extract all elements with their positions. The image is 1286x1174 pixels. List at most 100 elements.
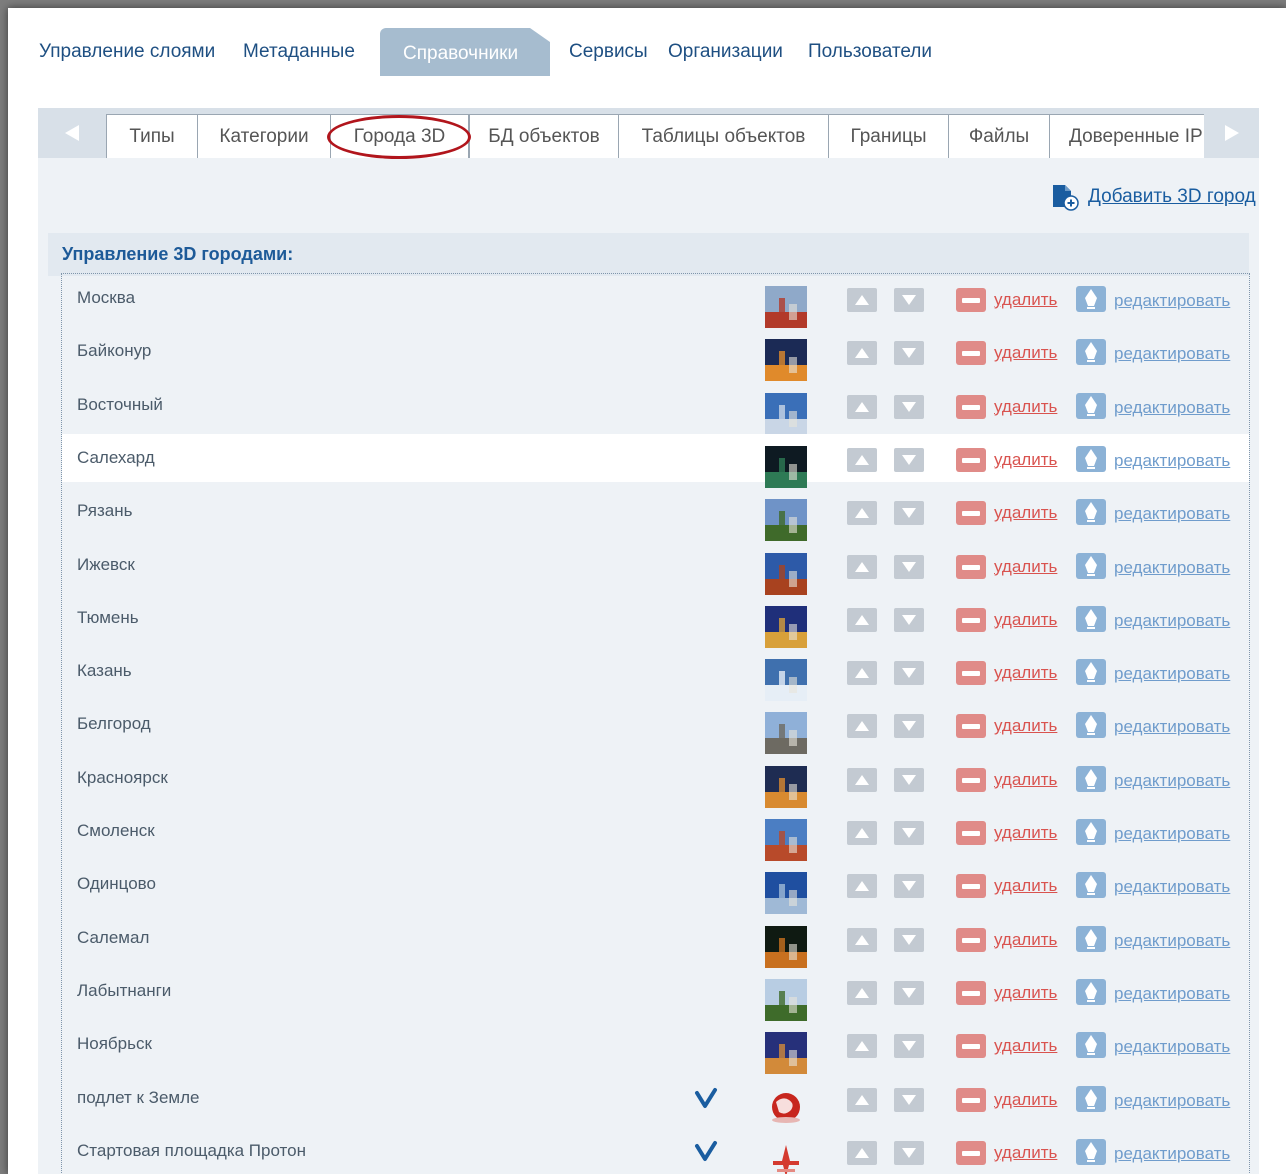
move-up-button[interactable] [847,767,877,792]
tab-categories[interactable]: Категории [197,114,331,158]
delete-icon[interactable] [956,394,986,419]
edit-link[interactable]: редактировать [1114,1144,1230,1164]
edit-link[interactable]: редактировать [1114,877,1230,897]
edit-link[interactable]: редактировать [1114,1091,1230,1111]
edit-link[interactable]: редактировать [1114,611,1230,631]
delete-link[interactable]: удалить [994,663,1057,683]
nav-metadata[interactable]: Метаданные [243,41,355,63]
delete-link[interactable]: удалить [994,823,1057,843]
scroll-right-button[interactable] [1204,108,1259,158]
delete-link[interactable]: удалить [994,770,1057,790]
edit-pen-icon[interactable] [1076,659,1106,686]
nav-users[interactable]: Пользователи [808,41,932,63]
checkmark-icon[interactable] [694,1139,718,1168]
delete-icon[interactable] [956,767,986,792]
move-up-button[interactable] [847,1140,877,1165]
move-up-button[interactable] [847,980,877,1005]
edit-pen-icon[interactable] [1076,499,1106,526]
move-down-button[interactable] [894,980,924,1005]
delete-icon[interactable] [956,341,986,366]
delete-link[interactable]: удалить [994,610,1057,630]
edit-pen-icon[interactable] [1076,1138,1106,1165]
nav-directories-active[interactable]: Справочники [380,28,550,76]
edit-pen-icon[interactable] [1076,712,1106,739]
move-up-button[interactable] [847,821,877,845]
tab-trusted-ip[interactable]: Доверенные IP [1049,114,1205,158]
move-down-button[interactable] [894,1087,924,1112]
delete-icon[interactable] [956,821,986,845]
edit-pen-icon[interactable] [1076,286,1106,312]
move-down-button[interactable] [894,1034,924,1059]
move-up-button[interactable] [847,394,877,419]
tab-object-db[interactable]: БД объектов [469,114,619,158]
move-up-button[interactable] [847,1087,877,1112]
edit-link[interactable]: редактировать [1114,504,1230,524]
edit-pen-icon[interactable] [1076,872,1106,899]
tab-files[interactable]: Файлы [948,114,1050,158]
move-up-button[interactable] [847,1034,877,1059]
edit-pen-icon[interactable] [1076,978,1106,1005]
delete-icon[interactable] [956,501,986,526]
move-down-button[interactable] [894,607,924,632]
delete-link[interactable]: удалить [994,1036,1057,1056]
nav-layers[interactable]: Управление слоями [39,41,215,63]
edit-link[interactable]: редактировать [1114,717,1230,737]
move-down-button[interactable] [894,714,924,739]
edit-pen-icon[interactable] [1076,1032,1106,1059]
delete-icon[interactable] [956,874,986,899]
delete-link[interactable]: удалить [994,983,1057,1003]
move-down-button[interactable] [894,874,924,899]
edit-pen-icon[interactable] [1076,552,1106,579]
move-down-button[interactable] [894,927,924,952]
nav-services[interactable]: Сервисы [569,41,648,63]
delete-link[interactable]: удалить [994,450,1057,470]
move-down-button[interactable] [894,767,924,792]
move-up-button[interactable] [847,927,877,952]
move-up-button[interactable] [847,607,877,632]
edit-link[interactable]: редактировать [1114,291,1230,311]
delete-icon[interactable] [956,1087,986,1112]
delete-icon[interactable] [956,661,986,686]
move-up-button[interactable] [847,447,877,472]
edit-link[interactable]: редактировать [1114,771,1230,791]
edit-link[interactable]: редактировать [1114,984,1230,1004]
delete-link[interactable]: удалить [994,930,1057,950]
delete-link[interactable]: удалить [994,397,1057,417]
delete-icon[interactable] [956,607,986,632]
delete-link[interactable]: удалить [994,343,1057,363]
delete-link[interactable]: удалить [994,716,1057,736]
edit-link[interactable]: редактировать [1114,451,1230,471]
move-down-button[interactable] [894,501,924,526]
edit-link[interactable]: редактировать [1114,1037,1230,1057]
delete-icon[interactable] [956,447,986,472]
move-down-button[interactable] [894,447,924,472]
delete-link[interactable]: удалить [994,557,1057,577]
edit-link[interactable]: редактировать [1114,664,1230,684]
move-down-button[interactable] [894,821,924,845]
delete-icon[interactable] [956,980,986,1005]
edit-pen-icon[interactable] [1076,819,1106,845]
delete-link[interactable]: удалить [994,1143,1057,1163]
edit-link[interactable]: редактировать [1114,824,1230,844]
move-down-button[interactable] [894,341,924,366]
add-3d-city-link[interactable]: Добавить 3D город [1050,182,1256,212]
move-down-button[interactable] [894,288,924,312]
edit-pen-icon[interactable] [1076,1085,1106,1112]
delete-link[interactable]: удалить [994,290,1057,310]
move-up-button[interactable] [847,874,877,899]
delete-icon[interactable] [956,714,986,739]
move-down-button[interactable] [894,394,924,419]
move-up-button[interactable] [847,661,877,686]
edit-link[interactable]: редактировать [1114,558,1230,578]
tab-borders[interactable]: Границы [828,114,949,158]
edit-pen-icon[interactable] [1076,445,1106,472]
move-up-button[interactable] [847,288,877,312]
delete-icon[interactable] [956,288,986,312]
delete-link[interactable]: удалить [994,1090,1057,1110]
nav-organizations[interactable]: Организации [668,41,783,63]
edit-pen-icon[interactable] [1076,605,1106,632]
move-up-button[interactable] [847,714,877,739]
delete-icon[interactable] [956,927,986,952]
move-down-button[interactable] [894,554,924,579]
checkmark-icon[interactable] [694,1086,718,1115]
